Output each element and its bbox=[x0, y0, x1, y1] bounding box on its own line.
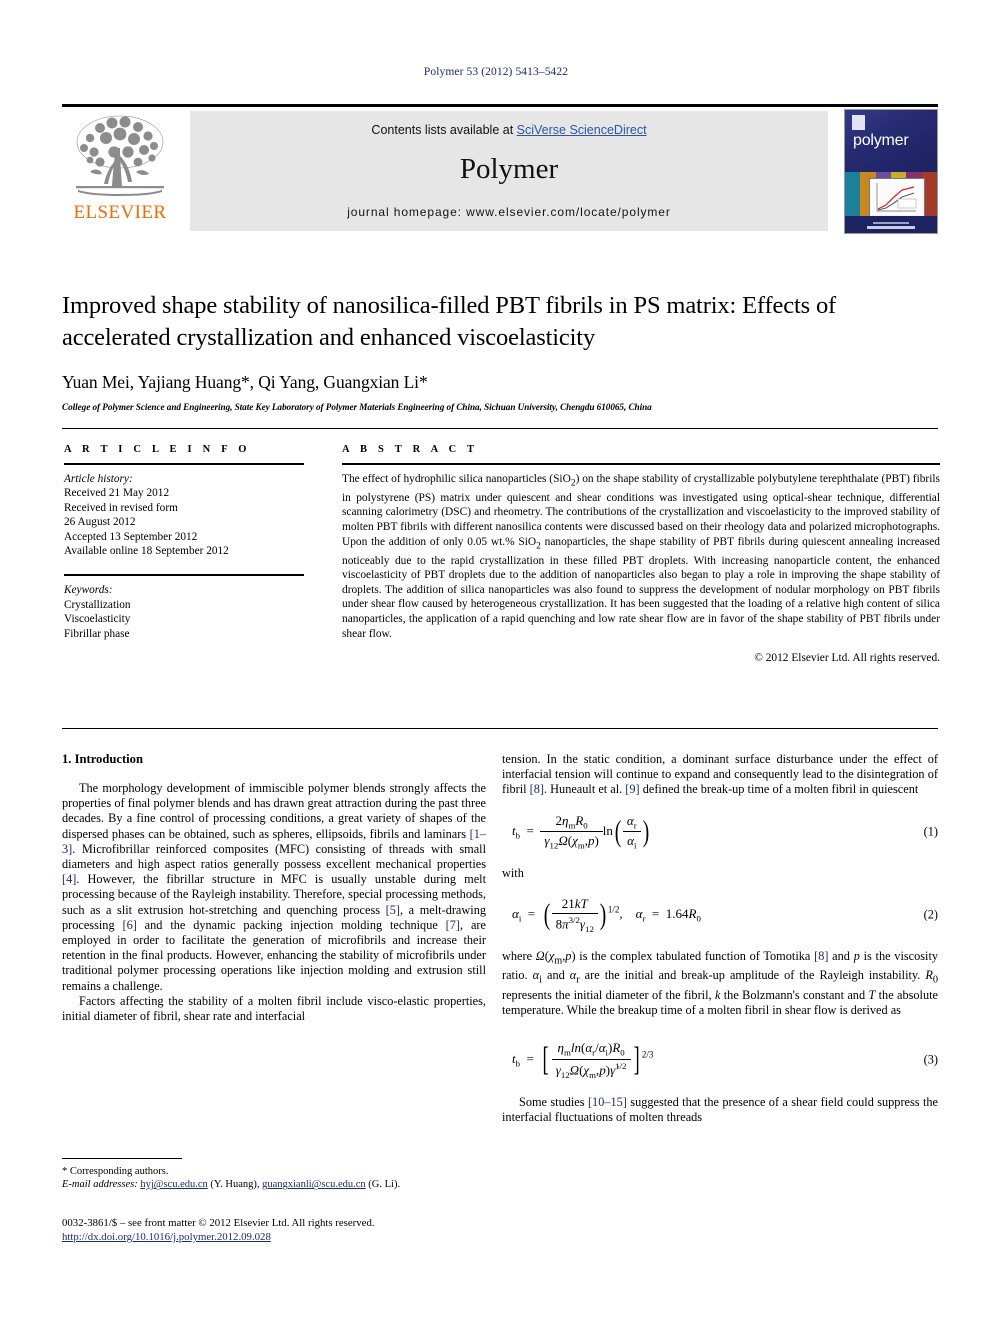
issn-copyright-line: 0032-3861/$ – see front matter © 2012 El… bbox=[62, 1217, 375, 1229]
info-bottom-rule bbox=[62, 728, 938, 729]
equation-1-expression: tb = 2ηmR0 γ12Ω(χm,p) ln( αr αi ) bbox=[512, 812, 649, 851]
abstract-copyright: © 2012 Elsevier Ltd. All rights reserved… bbox=[754, 652, 940, 665]
cover-footer-line-bottom bbox=[867, 226, 915, 229]
keyword-item: Viscoelasticity bbox=[64, 613, 131, 626]
body-left-column: 1. Introduction The morphology developme… bbox=[62, 752, 486, 1024]
paragraph: Factors affecting the stability of a mol… bbox=[62, 993, 486, 1024]
running-head: Polymer 53 (2012) 5413–5422 bbox=[423, 66, 569, 78]
corresponding-author-note: * Corresponding authors. bbox=[62, 1166, 169, 1177]
title-block: Improved shape stability of nanosilica-f… bbox=[62, 290, 942, 412]
equation-1-number: (1) bbox=[923, 824, 938, 839]
article-history: Article history: Received 21 May 2012 Re… bbox=[64, 472, 304, 558]
equation-2: αi = ( 21kT 8π3/2γ12 ) 1/2, αr = 1.64R0 (… bbox=[502, 896, 938, 934]
citation-ref[interactable]: [6] bbox=[122, 918, 136, 932]
author-list: Yuan Mei, Yajiang Huang*, Qi Yang, Guang… bbox=[62, 372, 428, 392]
banner-top-rule bbox=[62, 104, 938, 107]
citation-ref[interactable]: [9] bbox=[625, 782, 639, 796]
history-line: Accepted 13 September 2012 bbox=[64, 530, 198, 543]
cover-footer-line-top bbox=[873, 222, 909, 224]
history-line: 26 August 2012 bbox=[64, 516, 136, 529]
equation-connector-with: with bbox=[502, 865, 524, 880]
elsevier-tree-icon bbox=[70, 112, 170, 200]
info-top-rule bbox=[62, 428, 938, 429]
equation-3: tb = [ ηmln(αr/αi)R0 γ12Ω(χm,p)γ̇1/2 ] 2/… bbox=[502, 1040, 938, 1080]
citation-ref[interactable]: [7] bbox=[446, 918, 460, 932]
sciencedirect-link[interactable]: SciVerse ScienceDirect bbox=[517, 123, 647, 137]
section-heading-introduction: 1. Introduction bbox=[62, 752, 143, 766]
journal-title: Polymer bbox=[459, 153, 559, 185]
footnote-rule bbox=[62, 1158, 182, 1159]
keywords-block: Keywords: Crystallization Viscoelasticit… bbox=[64, 583, 304, 641]
article-info-heading: A R T I C L E I N F O bbox=[64, 444, 251, 455]
body-right-column: tension. In the static condition, a domi… bbox=[502, 752, 938, 1125]
paper-page: Polymer 53 (2012) 5413–5422 ELSEVIER Con… bbox=[0, 0, 992, 1323]
elsevier-logo: ELSEVIER bbox=[62, 110, 178, 232]
paragraph: Some studies [10–15] suggested that the … bbox=[502, 1094, 938, 1125]
keywords-label: Keywords: bbox=[64, 584, 113, 597]
publisher-footer: 0032-3861/$ – see front matter © 2012 El… bbox=[62, 1216, 562, 1244]
citation-ref[interactable]: [8] bbox=[530, 782, 544, 796]
article-info-column: A R T I C L E I N F O Article history: R… bbox=[64, 444, 304, 641]
email-link-huang[interactable]: hyj@scu.edu.cn bbox=[140, 1179, 207, 1190]
abstract-text: The effect of hydrophilic silica nanopar… bbox=[342, 473, 940, 640]
equation-3-expression: tb = [ ηmln(αr/αi)R0 γ12Ω(χm,p)γ̇1/2 ] 2/… bbox=[512, 1040, 654, 1080]
email-link-li[interactable]: guangxianli@scu.edu.cn bbox=[262, 1179, 366, 1190]
citation-ref[interactable]: [4] bbox=[62, 872, 76, 886]
contents-prefix: Contents lists available at bbox=[371, 123, 517, 137]
keyword-item: Fibrillar phase bbox=[64, 627, 130, 640]
abstract-column: A B S T R A C T The effect of hydrophili… bbox=[342, 444, 940, 664]
paragraph: where Ω(χm,p) is the complex tabulated f… bbox=[502, 948, 939, 1018]
contents-available-line: Contents lists available at SciVerse Sci… bbox=[190, 123, 828, 137]
journal-banner: ELSEVIER Contents lists available at Sci… bbox=[62, 104, 938, 234]
cover-inset-figure bbox=[869, 178, 925, 218]
affiliation: College of Polymer Science and Engineeri… bbox=[62, 402, 652, 412]
article-history-label: Article history: bbox=[64, 473, 133, 485]
paragraph: tension. In the static condition, a domi… bbox=[502, 752, 938, 797]
history-line: Available online 18 September 2012 bbox=[64, 545, 229, 558]
journal-homepage[interactable]: journal homepage: www.elsevier.com/locat… bbox=[190, 205, 828, 219]
banner-center-panel: Contents lists available at SciVerse Sci… bbox=[190, 111, 828, 231]
email-label: E-mail addresses: bbox=[62, 1179, 138, 1191]
paragraph: The morphology development of immiscible… bbox=[62, 781, 486, 993]
citation-ref[interactable]: [5] bbox=[386, 903, 400, 917]
article-info-rule bbox=[64, 463, 304, 465]
keyword-item: Crystallization bbox=[64, 598, 131, 611]
equation-1: tb = 2ηmR0 γ12Ω(χm,p) ln( αr αi ) (1) bbox=[502, 813, 938, 851]
journal-cover-thumbnail: polymer bbox=[844, 109, 938, 234]
equation-2-expression: αi = ( 21kT 8π3/2γ12 ) 1/2, αr = 1.64R0 bbox=[512, 895, 701, 934]
abstract-rule bbox=[342, 463, 940, 465]
elsevier-wordmark: ELSEVIER bbox=[73, 202, 167, 223]
footnote-block: * Corresponding authors. E-mail addresse… bbox=[62, 1158, 486, 1192]
citation-ref[interactable]: [10–15] bbox=[588, 1095, 627, 1109]
equation-2-number: (2) bbox=[923, 907, 938, 922]
history-line: Received 21 May 2012 bbox=[64, 487, 170, 500]
email-owner-li: (G. Li). bbox=[368, 1179, 401, 1191]
abstract-heading: A B S T R A C T bbox=[342, 444, 479, 455]
cover-publisher-mark-icon bbox=[852, 115, 865, 130]
cover-journal-name: polymer bbox=[853, 132, 909, 149]
equation-3-number: (3) bbox=[923, 1052, 938, 1067]
email-note: E-mail addresses: hyj@scu.edu.cn (Y. Hua… bbox=[62, 1178, 486, 1191]
keywords-rule bbox=[64, 574, 304, 577]
doi-link[interactable]: http://dx.doi.org/10.1016/j.polymer.2012… bbox=[62, 1231, 271, 1243]
email-owner-huang: (Y. Huang), bbox=[210, 1179, 260, 1191]
history-line: Received in revised form bbox=[64, 501, 178, 514]
cover-footer-band bbox=[845, 216, 937, 233]
page-title: Improved shape stability of nanosilica-f… bbox=[62, 292, 837, 351]
citation-ref[interactable]: [1–3] bbox=[62, 827, 486, 856]
citation-ref[interactable]: [8] bbox=[814, 949, 828, 963]
